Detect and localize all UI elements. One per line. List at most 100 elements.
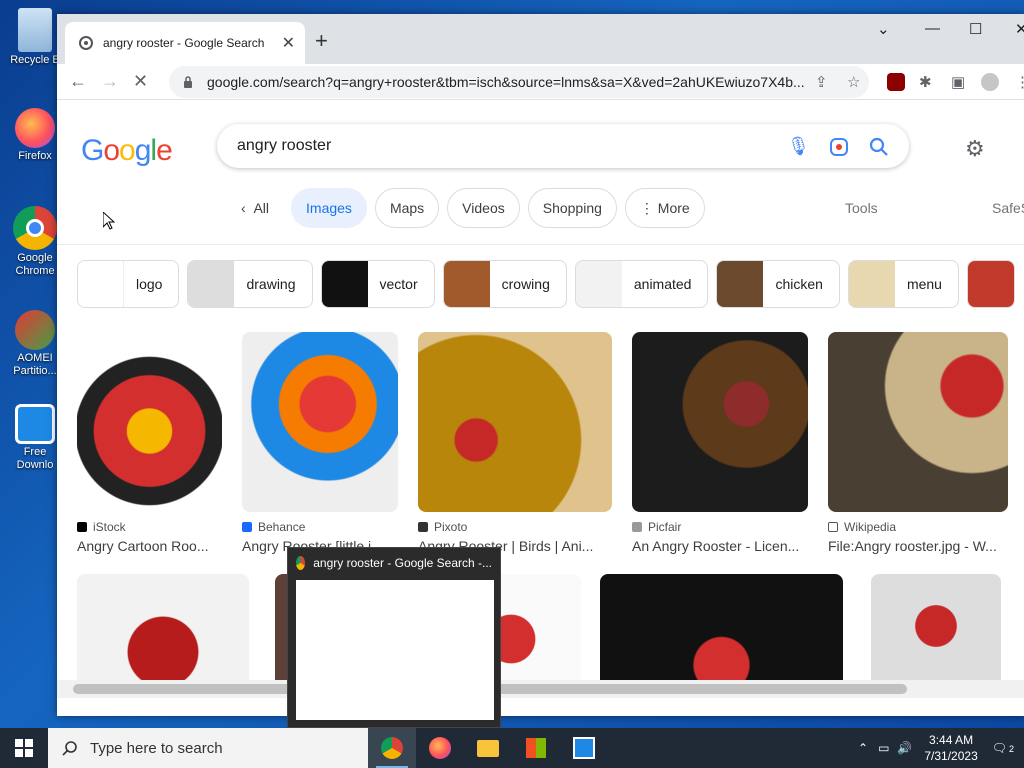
tab-search-chevron-icon[interactable]: ⌄ — [877, 20, 890, 38]
back-arrow-icon[interactable]: ← — [69, 71, 87, 92]
taskbar: Type here to search ⌃ ▭ 🔊 3:44 AM 7/31/2… — [0, 728, 1024, 768]
search-box[interactable]: angry rooster 🎙 — [217, 124, 909, 168]
google-logo[interactable]: Google — [81, 134, 173, 168]
taskbar-download-manager[interactable] — [560, 728, 608, 768]
tools-button[interactable]: Tools — [845, 200, 878, 216]
taskbar-file-explorer[interactable] — [464, 728, 512, 768]
result-title: Angry Cartoon Roo... — [77, 538, 209, 554]
result-source: Picfair — [632, 520, 808, 534]
behance-icon — [242, 522, 252, 532]
taskbar-thumbnail-preview[interactable]: angry rooster - Google Search -... — [287, 547, 501, 728]
google-images-page: Google angry rooster 🎙 ⚙ ‹ All Images Ma… — [57, 100, 1024, 698]
tab-close-icon[interactable]: ✕ — [282, 33, 295, 53]
desktop-icon-label: AOMEI Partitio... — [13, 352, 57, 377]
notification-count: 2 — [1008, 744, 1014, 754]
settings-gear-icon[interactable]: ⚙ — [965, 136, 985, 162]
download-manager-icon — [573, 737, 595, 759]
volume-icon[interactable]: 🔊 — [897, 741, 912, 755]
result-source: Pixoto — [418, 520, 612, 534]
tab-videos[interactable]: Videos — [447, 188, 520, 228]
istock-icon — [77, 522, 87, 532]
desktop-icon-label: Recycle B — [10, 54, 60, 66]
chip-thumbnail — [717, 261, 764, 307]
search-icon[interactable] — [869, 137, 889, 157]
maximize-button[interactable]: ☐ — [969, 20, 982, 38]
chip-thumbnail — [848, 261, 895, 307]
safesearch-button[interactable]: SafeS — [992, 200, 1024, 216]
source-name: Wikipedia — [844, 520, 897, 534]
chrome-icon — [296, 556, 306, 570]
horizontal-scrollbar[interactable] — [57, 680, 1024, 698]
google-lens-icon[interactable] — [829, 137, 849, 157]
side-panel-icon[interactable]: ▣ — [951, 73, 965, 91]
browser-toolbar: ← → ✕ google.com/search?q=angry+rooster&… — [57, 64, 1024, 100]
result-image — [632, 332, 808, 512]
browser-menu-icon[interactable]: ⋮ — [1015, 73, 1024, 91]
taskbar-chrome[interactable] — [368, 728, 416, 768]
result-image — [418, 332, 612, 512]
result-source: Behance — [242, 520, 398, 534]
image-result[interactable]: Behance Angry Rooster [little i... — [242, 332, 398, 554]
chip-overflow[interactable] — [966, 260, 1015, 308]
chip-label: animated — [633, 276, 692, 292]
preview-title: angry rooster - Google Search -... — [313, 556, 492, 570]
desktop-icon-label: Firefox — [18, 150, 52, 162]
microphone-icon[interactable]: 🎙 — [787, 136, 810, 157]
tab-images[interactable]: Images — [291, 188, 367, 228]
taskbar-search-box[interactable]: Type here to search — [48, 728, 368, 768]
network-icon[interactable]: ▭ — [878, 741, 889, 755]
bookmark-star-icon[interactable]: ☆ — [847, 73, 860, 91]
clock-date: 7/31/2023 — [924, 749, 978, 763]
image-result[interactable]: Picfair An Angry Rooster - Licen... — [632, 332, 808, 554]
image-result[interactable]: iStock Angry Cartoon Roo... — [77, 332, 222, 554]
wikipedia-icon — [828, 522, 838, 532]
start-button[interactable] — [0, 728, 48, 768]
tab-shopping[interactable]: Shopping — [527, 188, 617, 228]
lock-icon — [184, 76, 192, 88]
new-tab-button[interactable]: + — [315, 28, 328, 54]
tab-more[interactable]: ⋮ More — [624, 188, 705, 228]
ublock-extension-icon[interactable] — [887, 73, 905, 91]
stop-loading-icon[interactable]: ✕ — [133, 71, 148, 92]
taskbar-firefox[interactable] — [416, 728, 464, 768]
taskbar-store[interactable] — [512, 728, 560, 768]
chip-animated[interactable]: animated — [574, 260, 709, 308]
profile-avatar[interactable] — [981, 73, 999, 91]
result-title: An Angry Rooster - Licen... — [632, 538, 800, 554]
chip-logo[interactable]: logo — [77, 260, 180, 308]
chip-vector[interactable]: vector — [320, 260, 435, 308]
close-window-button[interactable]: ✕ — [1015, 20, 1024, 38]
clock[interactable]: 3:44 AM 7/31/2023 — [924, 732, 977, 764]
more-dots-icon: ⋮ — [639, 199, 654, 216]
chip-menu[interactable]: menu — [847, 260, 959, 308]
tab-label: Videos — [462, 200, 505, 216]
share-icon[interactable]: ⇪ — [815, 73, 828, 91]
chrome-icon — [13, 206, 57, 250]
minimize-button[interactable]: — — [925, 20, 940, 37]
chrome-icon — [381, 737, 403, 759]
address-bar[interactable]: google.com/search?q=angry+rooster&tbm=is… — [169, 66, 869, 98]
chip-label: drawing — [246, 276, 296, 292]
tab-google-search[interactable]: angry rooster - Google Search ✕ — [65, 22, 305, 64]
tab-label: All — [253, 200, 270, 216]
source-name: iStock — [93, 520, 126, 534]
image-result[interactable]: Pixoto Angry Rooster | Birds | Ani... — [418, 332, 612, 554]
tab-all[interactable]: ‹ All — [227, 188, 284, 228]
chevron-up-icon[interactable]: ⌃ — [858, 741, 868, 755]
chevron-left-icon: ‹ — [241, 200, 246, 216]
google-favicon-icon — [79, 36, 93, 50]
tab-maps[interactable]: Maps — [374, 188, 440, 228]
forward-arrow-icon[interactable]: → — [101, 71, 119, 92]
result-title: File:Angry rooster.jpg - W... — [828, 538, 997, 554]
image-result[interactable]: Wikipedia File:Angry rooster.jpg - W... — [828, 332, 1008, 554]
chip-chicken[interactable]: chicken — [716, 260, 840, 308]
chip-crowing[interactable]: crowing — [442, 260, 567, 308]
recycle-bin-icon — [18, 8, 52, 52]
extensions-puzzle-icon[interactable]: ✱ — [919, 73, 932, 91]
desktop-icon-label: Free Downlo — [16, 446, 54, 471]
result-image — [242, 332, 398, 512]
store-icon — [526, 738, 546, 758]
picfair-icon — [632, 522, 642, 532]
chip-drawing[interactable]: drawing — [187, 260, 313, 308]
notifications-icon[interactable]: 🗨 2 — [992, 741, 1014, 755]
